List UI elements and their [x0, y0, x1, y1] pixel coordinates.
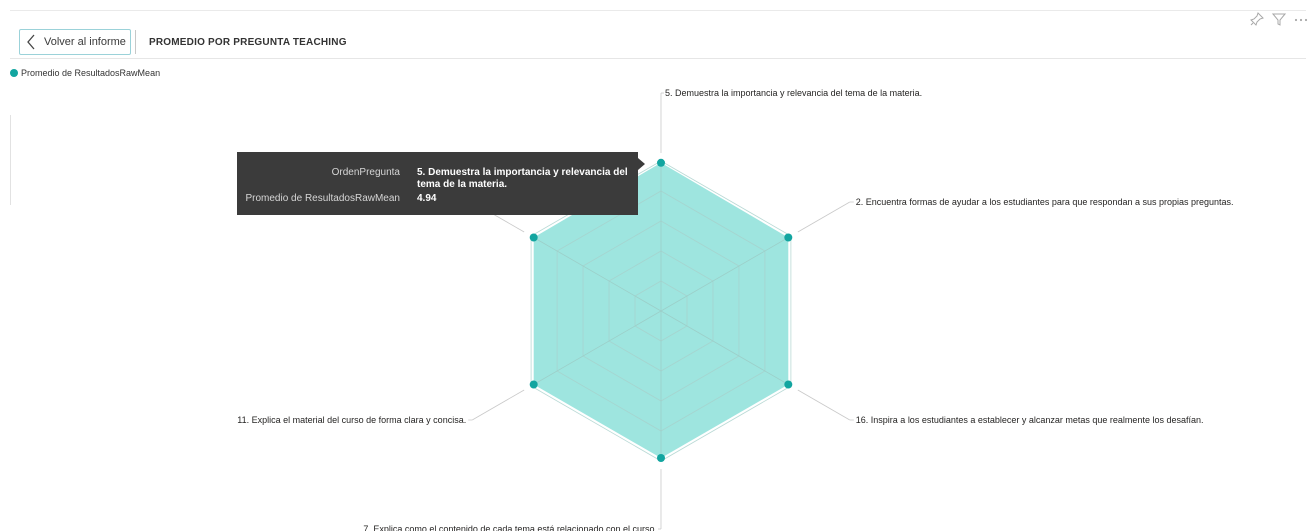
grid-ring	[608, 250, 714, 372]
visual-title: PROMEDIO POR PREGUNTA TEACHING	[149, 37, 347, 48]
data-point[interactable]	[784, 380, 793, 389]
filter-icon[interactable]	[1271, 12, 1287, 29]
tooltip-caret	[638, 158, 645, 170]
chart-legend[interactable]: Promedio de ResultadosRawMean	[10, 68, 160, 78]
tooltip-value-mean: 4.94	[417, 193, 437, 204]
pin-icon[interactable]	[1250, 12, 1264, 29]
tooltip-value-question: 5. Demuestra la importancia y relevancia…	[417, 167, 628, 190]
leader-line	[797, 201, 850, 233]
top-strip	[0, 0, 1316, 8]
more-options-icon[interactable]	[1294, 12, 1308, 29]
visual-border	[10, 10, 1306, 11]
axis-spoke	[530, 235, 662, 312]
data-point[interactable]	[529, 233, 538, 242]
header-divider	[135, 30, 136, 54]
axis-spoke	[660, 310, 792, 387]
data-point[interactable]	[657, 454, 665, 462]
data-point[interactable]	[657, 158, 665, 167]
radar-chart: 5. Demuestra la importancia y relevancia…	[237, 88, 1234, 531]
grid-ring	[634, 280, 688, 342]
visual-header-icons	[1250, 12, 1308, 29]
grid-ring	[556, 190, 766, 432]
axis-spoke	[660, 235, 792, 312]
grid-ring	[582, 220, 740, 402]
axis-spoke	[530, 310, 662, 387]
back-button-label: Volver al informe	[44, 36, 126, 48]
category-label: 7. Explica como el contenido de cada tem…	[363, 524, 657, 531]
tooltip: OrdenPregunta 5. Demuestra la importanci…	[237, 152, 638, 215]
category-label: 5. Demuestra la importancia y relevancia…	[665, 88, 922, 98]
data-point[interactable]	[529, 380, 538, 389]
leader-line	[472, 389, 525, 421]
category-label: 2. Encuentra formas de ayudar a los estu…	[856, 197, 1234, 207]
category-label: 16. Inspira a los estudiantes a establec…	[856, 415, 1204, 425]
category-label: 11. Explica el material del curso de for…	[237, 415, 466, 425]
tooltip-key-mean: Promedio de ResultadosRawMean	[245, 193, 400, 204]
tooltip-key-question: OrdenPregunta	[331, 167, 400, 178]
visual-header: Volver al informe PROMEDIO POR PREGUNTA …	[10, 28, 1306, 59]
chevron-left-icon	[24, 32, 38, 52]
left-edge-line	[10, 115, 11, 205]
data-point[interactable]	[784, 233, 793, 242]
legend-label: Promedio de ResultadosRawMean	[21, 68, 161, 78]
legend-marker	[10, 69, 18, 77]
leader-line	[797, 389, 850, 421]
back-to-report-button[interactable]: Volver al informe	[19, 29, 131, 55]
